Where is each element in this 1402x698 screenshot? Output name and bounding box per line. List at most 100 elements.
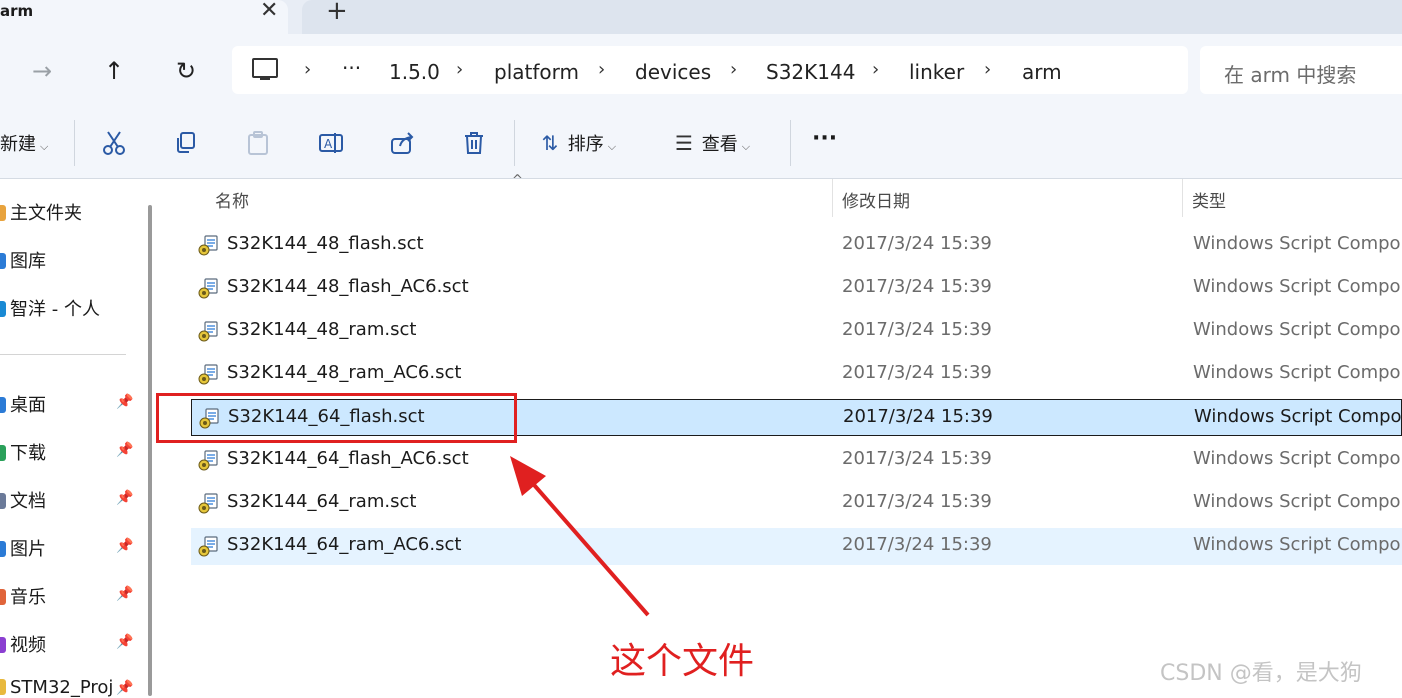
file-type: Windows Script Compor	[1193, 319, 1402, 340]
file-name: S32K144_48_ram.sct	[227, 319, 417, 340]
file-modified-date: 2017/3/24 15:39	[842, 534, 992, 555]
sidebar-item-music[interactable]: 音乐	[0, 583, 46, 609]
refresh-icon[interactable]: ↻	[168, 54, 204, 88]
sort-label: 排序	[567, 134, 604, 155]
file-type: Windows Script Compor	[1194, 406, 1402, 427]
paste-button[interactable]	[246, 130, 270, 158]
chevron-down-icon: ⌵	[607, 140, 617, 153]
breadcrumb-linker[interactable]: linker	[909, 60, 964, 84]
file-modified-date: 2017/3/24 15:39	[842, 276, 992, 297]
column-header-type[interactable]: 类型	[1192, 187, 1226, 212]
chevron-right-icon[interactable]: ›	[456, 59, 463, 80]
up-arrow-icon[interactable]: ↑	[96, 54, 132, 88]
sidebar-item-documents[interactable]: 文档	[0, 487, 46, 513]
pin-icon[interactable]: 📌	[116, 680, 133, 696]
file-row[interactable]: S32K144_48_ram_AC6.sct 2017/3/24 15:39 Win…	[191, 356, 1402, 393]
file-type: Windows Script Compor	[1193, 362, 1402, 383]
chevron-right-icon[interactable]: ›	[730, 59, 737, 80]
breadcrumb-more[interactable]: ···	[342, 56, 361, 80]
navigation-row: → ↑ ↻ › ··· 1.5.0 › platform › devices ›…	[0, 34, 1402, 108]
file-type: Windows Script Compor	[1193, 276, 1402, 297]
pin-icon[interactable]: 📌	[116, 586, 133, 602]
breadcrumb-platform[interactable]: platform	[494, 60, 579, 84]
column-header-date[interactable]: 修改日期	[842, 187, 910, 212]
document-icon	[0, 493, 6, 509]
sidebar-item-stm32-proj[interactable]: STM32_Proj	[0, 677, 113, 698]
file-modified-date: 2017/3/24 15:39	[842, 319, 992, 340]
new-button[interactable]: 新建 ⌵	[0, 130, 48, 158]
file-row[interactable]: S32K144_48_flash_AC6.sct 2017/3/24 15:39 W…	[191, 270, 1402, 307]
list-view-icon: ☰	[675, 131, 693, 155]
file-name: S32K144_48_flash_AC6.sct	[227, 276, 469, 297]
divider	[790, 120, 791, 166]
column-separator[interactable]	[832, 179, 833, 217]
share-button[interactable]	[390, 130, 416, 158]
cut-button[interactable]	[102, 130, 126, 158]
view-button[interactable]: ☰ 查看 ⌵	[672, 130, 750, 158]
sidebar-item-label: 图片	[10, 539, 46, 560]
sidebar-item-label: 文档	[10, 491, 46, 512]
sidebar-item-home[interactable]: 主文件夹	[0, 199, 82, 225]
sidebar-scrollbar-thumb[interactable]	[148, 205, 152, 696]
file-name: S32K144_64_ram_AC6.sct	[227, 534, 462, 555]
tab-title[interactable]: arm	[0, 2, 33, 20]
file-row[interactable]: S32K144_64_ram_AC6.sct 2017/3/24 15:39 Win…	[191, 528, 1402, 565]
file-row[interactable]: S32K144_48_flash.sct 2017/3/24 15:39 Windo…	[191, 227, 1402, 264]
file-row[interactable]: S32K144_48_ram.sct 2017/3/24 15:39 Windows…	[191, 313, 1402, 350]
sidebar-item-pictures[interactable]: 图片	[0, 535, 46, 561]
sidebar-item-label: 下载	[10, 443, 46, 464]
rename-button[interactable]: A	[318, 130, 344, 158]
tab-arm[interactable]	[0, 0, 288, 34]
new-label: 新建	[0, 134, 36, 155]
sidebar-divider	[0, 354, 126, 355]
breadcrumb-s32k144[interactable]: S32K144	[766, 60, 855, 84]
computer-icon[interactable]	[252, 58, 278, 80]
script-file-icon	[198, 235, 218, 256]
column-header-name[interactable]: 名称	[215, 187, 249, 212]
sidebar-item-videos[interactable]: 视频	[0, 631, 46, 657]
address-bar[interactable]: › ··· 1.5.0 › platform › devices › S32K1…	[232, 46, 1188, 94]
pin-icon[interactable]: 📌	[116, 490, 133, 506]
breadcrumb-arm[interactable]: arm	[1022, 60, 1062, 84]
new-tab-button[interactable]: +	[326, 0, 348, 26]
chevron-right-icon[interactable]: ›	[598, 59, 605, 80]
chevron-right-icon[interactable]: ›	[872, 59, 879, 80]
pin-icon[interactable]: 📌	[116, 394, 133, 410]
delete-button[interactable]	[462, 130, 486, 158]
sort-button[interactable]: ⇅ 排序 ⌵	[538, 130, 616, 158]
file-modified-date: 2017/3/24 15:39	[843, 406, 993, 427]
breadcrumb-1-5-0[interactable]: 1.5.0	[389, 60, 440, 84]
sidebar-item-downloads[interactable]: 下载	[0, 439, 46, 465]
column-separator[interactable]	[1182, 179, 1183, 217]
sidebar-item-label: 音乐	[10, 587, 46, 608]
pin-icon[interactable]: 📌	[116, 538, 133, 554]
close-tab-icon[interactable]: ✕	[260, 0, 278, 23]
forward-arrow-icon[interactable]: →	[24, 54, 60, 88]
script-file-icon	[198, 493, 218, 514]
search-input[interactable]: 在 arm 中搜索	[1200, 46, 1402, 94]
sidebar-item-gallery[interactable]: 图库	[0, 247, 46, 273]
view-label: 查看	[701, 134, 738, 155]
paste-icon	[248, 131, 268, 155]
rename-icon: A	[319, 133, 343, 153]
copy-button[interactable]	[174, 130, 198, 158]
copy-icon	[177, 132, 195, 153]
script-file-icon	[198, 536, 218, 557]
pin-icon[interactable]: 📌	[116, 634, 133, 650]
svg-text:A: A	[324, 137, 333, 151]
more-options-button[interactable]: ···	[812, 126, 837, 154]
pin-icon[interactable]: 📌	[116, 442, 133, 458]
chevron-right-icon[interactable]: ›	[984, 59, 991, 80]
file-name: S32K144_48_ram_AC6.sct	[227, 362, 462, 383]
file-row[interactable]: S32K144_64_ram.sct 2017/3/24 15:39 Windows…	[191, 485, 1402, 522]
chevron-right-icon[interactable]: ›	[304, 59, 311, 80]
breadcrumb-devices[interactable]: devices	[635, 60, 711, 84]
script-file-icon	[198, 321, 218, 342]
sidebar-item-desktop[interactable]: 桌面	[0, 391, 46, 417]
script-file-icon	[198, 450, 218, 471]
file-modified-date: 2017/3/24 15:39	[842, 448, 992, 469]
tab-bar: arm ✕ +	[0, 0, 1402, 34]
sidebar-item-onedrive[interactable]: 智洋 - 个人	[0, 295, 100, 321]
video-icon	[0, 637, 6, 653]
file-row[interactable]: S32K144_64_flash_AC6.sct 2017/3/24 15:39 W…	[191, 442, 1402, 479]
